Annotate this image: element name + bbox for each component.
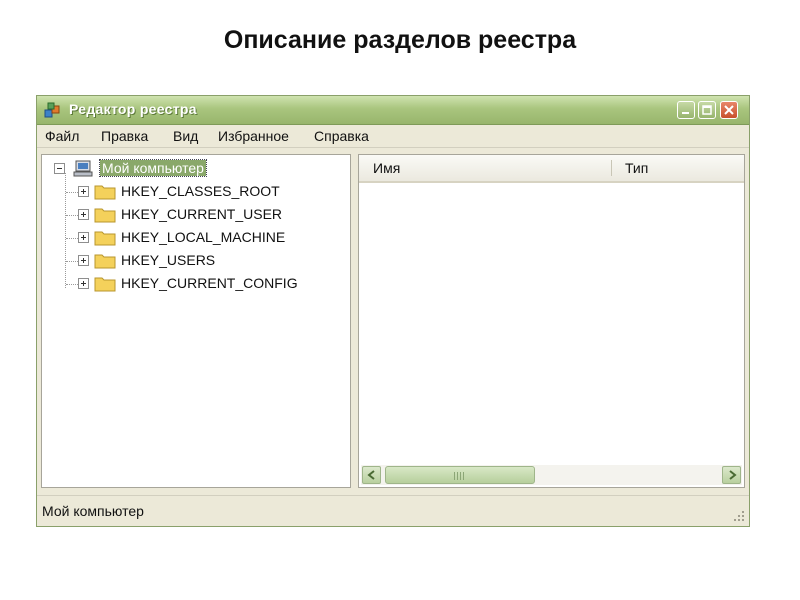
tree-item-label[interactable]: HKEY_USERS	[121, 252, 215, 268]
menu-file[interactable]: Файл	[45, 128, 79, 144]
tree-item-label[interactable]: HKEY_CURRENT_CONFIG	[121, 275, 298, 291]
maximize-icon	[702, 105, 712, 115]
tree-item-label[interactable]: HKEY_CLASSES_ROOT	[121, 183, 280, 199]
column-header-type[interactable]: Тип	[625, 160, 648, 176]
expand-icon[interactable]	[78, 232, 89, 243]
registry-editor-window: Редактор реестра Файл Правка Вид Избранн…	[36, 95, 750, 527]
title-bar[interactable]: Редактор реестра	[37, 96, 749, 125]
window-title: Редактор реестра	[69, 101, 197, 117]
arrow-right-icon	[729, 470, 737, 480]
close-button[interactable]	[720, 101, 738, 119]
expand-icon[interactable]	[78, 209, 89, 220]
tree-item-label[interactable]: HKEY_LOCAL_MACHINE	[121, 229, 285, 245]
folder-icon	[94, 231, 116, 246]
column-separator[interactable]	[611, 160, 612, 176]
folder-icon	[94, 254, 116, 269]
menu-favorites[interactable]: Избранное	[218, 128, 289, 144]
column-header-name[interactable]: Имя	[373, 160, 400, 176]
menu-edit[interactable]: Правка	[101, 128, 148, 144]
tree-item-hkcu[interactable]: HKEY_CURRENT_USER	[66, 205, 338, 225]
tree-root-label[interactable]: Мой компьютер	[99, 159, 207, 177]
collapse-icon[interactable]	[54, 163, 65, 174]
menu-help[interactable]: Справка	[314, 128, 369, 144]
values-list-pane[interactable]: Имя Тип	[358, 154, 745, 488]
tree-item-hklm[interactable]: HKEY_LOCAL_MACHINE	[66, 228, 338, 248]
expand-icon[interactable]	[78, 186, 89, 197]
minimize-icon	[682, 112, 689, 114]
tree-item-hkcr[interactable]: HKEY_CLASSES_ROOT	[66, 182, 338, 202]
pane-splitter[interactable]	[351, 154, 358, 488]
menu-view[interactable]: Вид	[173, 128, 198, 144]
status-bar: Мой компьютер	[37, 495, 749, 526]
horizontal-scrollbar[interactable]	[361, 465, 742, 485]
arrow-left-icon	[367, 470, 375, 480]
registry-editor-icon	[44, 102, 60, 118]
tree-pane[interactable]: Мой компьютер HKEY_CLASSES_ROOT HKEY_CUR…	[41, 154, 351, 488]
resize-grip-icon[interactable]	[733, 510, 745, 522]
column-header-bar: Имя Тип	[359, 155, 744, 183]
menu-bar: Файл Правка Вид Избранное Справка	[37, 125, 749, 148]
scroll-right-button[interactable]	[722, 466, 741, 484]
tree-item-hku[interactable]: HKEY_USERS	[66, 251, 338, 271]
computer-icon	[73, 160, 93, 177]
tree-item-label[interactable]: HKEY_CURRENT_USER	[121, 206, 282, 222]
tree-root-row[interactable]: Мой компьютер	[54, 159, 254, 179]
close-icon	[724, 105, 734, 115]
folder-icon	[94, 185, 116, 200]
folder-icon	[94, 277, 116, 292]
expand-icon[interactable]	[78, 278, 89, 289]
status-text: Мой компьютер	[42, 503, 144, 519]
slide-title: Описание разделов реестра	[223, 26, 577, 54]
tree-item-hkcc[interactable]: HKEY_CURRENT_CONFIG	[66, 274, 348, 294]
folder-icon	[94, 208, 116, 223]
expand-icon[interactable]	[78, 255, 89, 266]
scroll-left-button[interactable]	[362, 466, 381, 484]
maximize-button[interactable]	[698, 101, 716, 119]
minimize-button[interactable]	[677, 101, 695, 119]
scroll-thumb[interactable]	[385, 466, 535, 484]
